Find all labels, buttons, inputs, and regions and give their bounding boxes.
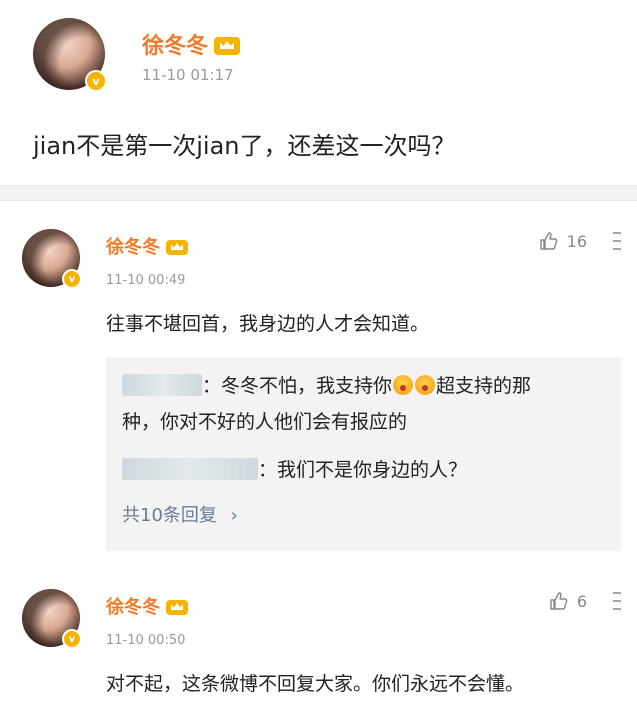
emoji-icon <box>393 375 414 395</box>
like-count: 16 <box>566 231 587 251</box>
blurred-username[interactable] <box>122 374 202 396</box>
comment-author-name[interactable]: 徐冬冬 <box>106 237 160 258</box>
comment-time: 11-10 00:50 <box>106 633 186 648</box>
comment-time: 11-10 00:49 <box>106 273 186 288</box>
comment-text: 对不起，这条微博不回复大家。你们永远不会懂。 <box>106 673 525 695</box>
comment-author[interactable]: 徐冬冬 <box>106 593 188 619</box>
weibo-page: v 徐冬冬 11-10 01:17 jian不是第一次jian了，还差这一次吗？… <box>0 0 637 708</box>
like-button[interactable]: 6 <box>549 591 587 611</box>
verified-v-icon: v <box>85 70 107 92</box>
comment-author[interactable]: 徐冬冬 <box>106 233 188 259</box>
verified-v-icon: v <box>62 269 82 289</box>
more-options-icon[interactable] <box>611 591 623 611</box>
emoji-icon <box>415 375 436 395</box>
thumb-up-icon <box>539 232 558 250</box>
like-button[interactable]: 16 <box>539 231 587 251</box>
chevron-right-icon: › <box>230 505 238 526</box>
comment-author-name[interactable]: 徐冬冬 <box>106 597 160 618</box>
reply-item: ：冬冬不怕，我支持你 超支持的那 <box>122 371 531 398</box>
reply-text: 超支持的那 <box>436 375 532 397</box>
comment-text: 往事不堪回首，我身边的人才会知道。 <box>106 313 430 335</box>
reply-count-label[interactable]: 共10条回复 <box>122 505 217 526</box>
avatar[interactable]: v <box>22 589 82 649</box>
thumb-up-icon <box>550 592 568 610</box>
reply-box[interactable]: ：冬冬不怕，我支持你 超支持的那 种，你对不好的人他们会有报应的 ：我们不是你身边… <box>106 357 621 551</box>
main-post: v 徐冬冬 11-10 01:17 jian不是第一次jian了，还差这一次吗？ <box>0 0 637 185</box>
avatar[interactable]: v <box>22 229 82 289</box>
reply-item-continued: 种，你对不好的人他们会有报应的 <box>122 411 408 433</box>
post-author[interactable]: 徐冬冬 <box>142 28 241 60</box>
comment-item: v 徐冬冬 11-10 00:50 6 对不起，这条微博不回复大家。你们永远不会… <box>0 569 637 708</box>
vip-crown-icon <box>214 37 241 55</box>
blurred-username[interactable] <box>122 458 258 480</box>
comment-item: v 徐冬冬 11-10 00:49 16 往事不堪回首，我身边的人才会知道。 ：… <box>0 199 637 569</box>
verified-v-icon: v <box>62 629 82 649</box>
view-all-replies-link[interactable]: 共10条回复 › <box>122 501 238 527</box>
more-options-icon[interactable] <box>611 231 623 251</box>
reply-text: ：冬冬不怕，我支持你 <box>202 375 393 397</box>
post-author-name[interactable]: 徐冬冬 <box>142 34 208 59</box>
post-time: 11-10 01:17 <box>142 66 234 84</box>
vip-crown-icon <box>166 240 188 255</box>
vip-crown-icon <box>166 600 188 615</box>
avatar[interactable]: v <box>33 18 107 92</box>
reply-item: ：我们不是你身边的人？ <box>122 455 467 482</box>
post-text: jian不是第一次jian了，还差这一次吗？ <box>33 132 456 160</box>
like-count: 6 <box>576 591 587 611</box>
reply-text: ：我们不是你身边的人？ <box>258 459 468 481</box>
